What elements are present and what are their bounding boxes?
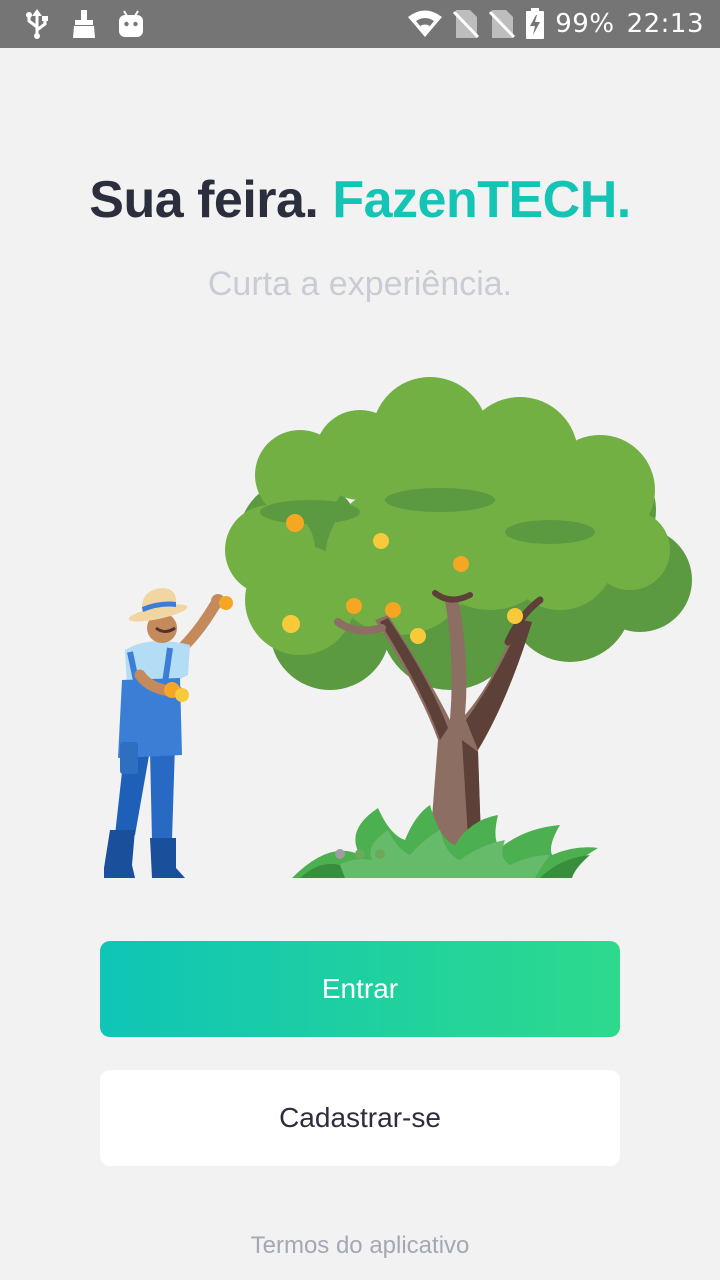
- headline-brand: FazenTECH.: [332, 171, 631, 229]
- sim-off-icon: [489, 9, 516, 39]
- status-right-icons: 99% 22:13: [407, 6, 704, 42]
- carousel-dot[interactable]: [355, 849, 365, 859]
- terms-link[interactable]: Termos do aplicativo: [0, 1232, 720, 1260]
- battery-percent: 99%: [555, 9, 615, 39]
- android-icon: [118, 10, 144, 38]
- login-button-label: Entrar: [321, 973, 399, 1004]
- signup-button-label: Cadastrar-se: [279, 1102, 441, 1133]
- signup-button[interactable]: Cadastrar-se: [100, 1070, 620, 1166]
- headline: Sua feira. FazenTECH.: [0, 168, 720, 232]
- carousel-dot[interactable]: [335, 849, 345, 859]
- status-left-icons: [24, 8, 144, 40]
- carousel-indicator: [0, 849, 720, 859]
- carousel-dot[interactable]: [375, 849, 385, 859]
- sim-off-icon: [453, 9, 480, 39]
- farmer-tree-illustration: [0, 360, 720, 890]
- battery-charging-icon: [525, 8, 545, 40]
- login-button[interactable]: Entrar: [100, 941, 620, 1037]
- cleaner-icon: [72, 10, 96, 38]
- headline-part1: Sua feira.: [89, 171, 319, 229]
- subtitle: Curta a experiência.: [207, 265, 513, 303]
- status-bar: 99% 22:13: [0, 0, 720, 48]
- wifi-icon: [407, 10, 443, 38]
- farmer: [104, 588, 233, 878]
- usb-icon: [24, 9, 50, 39]
- clock: 22:13: [626, 9, 704, 39]
